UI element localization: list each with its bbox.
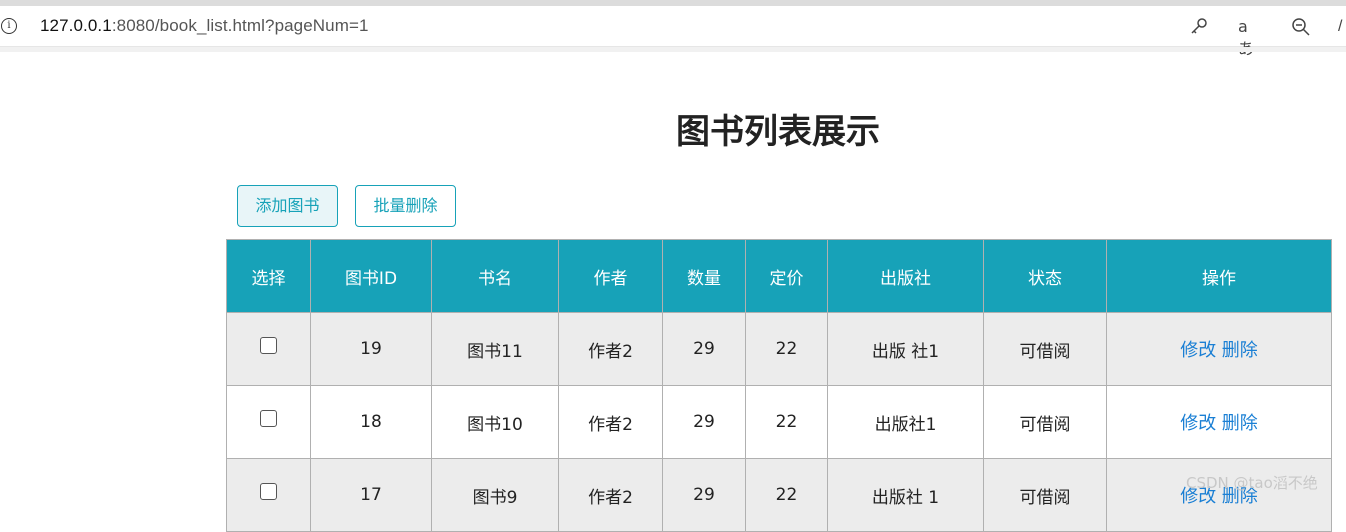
- count-cell: 29: [662, 458, 746, 532]
- col-header-publisher: 出版社: [827, 239, 984, 313]
- count-cell: 29: [662, 312, 746, 386]
- col-header-book-id: 图书ID: [310, 239, 432, 313]
- url-text[interactable]: 127.0.0.1:8080/book_list.html?pageNum=1: [40, 16, 369, 36]
- author-cell: 作者2: [558, 458, 663, 532]
- chrome-divider: [0, 47, 1346, 52]
- batch-delete-button[interactable]: 批量删除: [355, 185, 456, 227]
- table-row: 19 图书11 作者2 29 22 出版 社1 可借阅 修改 删除: [226, 312, 1332, 386]
- page-title: 图书列表展示: [676, 112, 880, 152]
- row-checkbox[interactable]: [260, 482, 277, 500]
- book-id-cell: 19: [310, 312, 432, 386]
- publisher-cell: 出版社1: [827, 385, 984, 459]
- row-checkbox[interactable]: [260, 336, 277, 354]
- select-cell: [226, 385, 311, 459]
- url-path: :8080/book_list.html?pageNum=1: [111, 16, 369, 35]
- actions-cell: 修改 删除: [1106, 458, 1332, 532]
- more-icon[interactable]: /: [1338, 16, 1346, 38]
- publisher-cell: 出版社 1: [827, 458, 984, 532]
- price-cell: 22: [745, 458, 828, 532]
- col-header-book-name: 书名: [431, 239, 559, 313]
- row-checkbox[interactable]: [260, 409, 277, 427]
- col-header-count: 数量: [662, 239, 746, 313]
- zoom-out-icon[interactable]: [1290, 16, 1312, 38]
- book-table: 选择 图书ID 书名 作者 数量 定价 出版社 状态 操作 19 图书11 作者…: [226, 239, 1332, 532]
- col-header-price: 定价: [745, 239, 828, 313]
- author-cell: 作者2: [558, 385, 663, 459]
- delete-link[interactable]: 删除: [1222, 340, 1258, 361]
- book-name-cell: 图书11: [431, 312, 559, 386]
- select-cell: [226, 458, 311, 532]
- col-header-status: 状态: [983, 239, 1107, 313]
- status-cell: 可借阅: [983, 458, 1107, 532]
- col-header-actions: 操作: [1106, 239, 1332, 313]
- price-cell: 22: [745, 312, 828, 386]
- add-book-button[interactable]: 添加图书: [237, 185, 338, 227]
- count-cell: 29: [662, 385, 746, 459]
- col-header-select: 选择: [226, 239, 311, 313]
- edit-link[interactable]: 修改: [1180, 413, 1216, 434]
- col-header-author: 作者: [558, 239, 663, 313]
- status-cell: 可借阅: [983, 312, 1107, 386]
- book-name-cell: 图书10: [431, 385, 559, 459]
- book-id-cell: 17: [310, 458, 432, 532]
- table-header-row: 选择 图书ID 书名 作者 数量 定价 出版社 状态 操作: [226, 239, 1332, 313]
- address-bar[interactable]: i 127.0.0.1:8080/book_list.html?pageNum=…: [0, 6, 1346, 58]
- table-row: 18 图书10 作者2 29 22 出版社1 可借阅 修改 删除: [226, 385, 1332, 459]
- read-aloud-icon[interactable]: aあ: [1238, 16, 1260, 58]
- delete-link[interactable]: 删除: [1222, 413, 1258, 434]
- actions-cell: 修改 删除: [1106, 312, 1332, 386]
- watermark: CSDN @tao滔不绝: [1186, 474, 1318, 492]
- url-host: 127.0.0.1: [40, 16, 112, 35]
- edit-link[interactable]: 修改: [1180, 340, 1216, 361]
- table-row: 17 图书9 作者2 29 22 出版社 1 可借阅 修改 删除: [226, 458, 1332, 532]
- info-icon[interactable]: i: [1, 18, 17, 34]
- price-cell: 22: [745, 385, 828, 459]
- book-name-cell: 图书9: [431, 458, 559, 532]
- author-cell: 作者2: [558, 312, 663, 386]
- select-cell: [226, 312, 311, 386]
- actions-cell: 修改 删除: [1106, 385, 1332, 459]
- book-id-cell: 18: [310, 385, 432, 459]
- publisher-cell: 出版 社1: [827, 312, 984, 386]
- status-cell: 可借阅: [983, 385, 1107, 459]
- key-icon[interactable]: [1188, 16, 1210, 38]
